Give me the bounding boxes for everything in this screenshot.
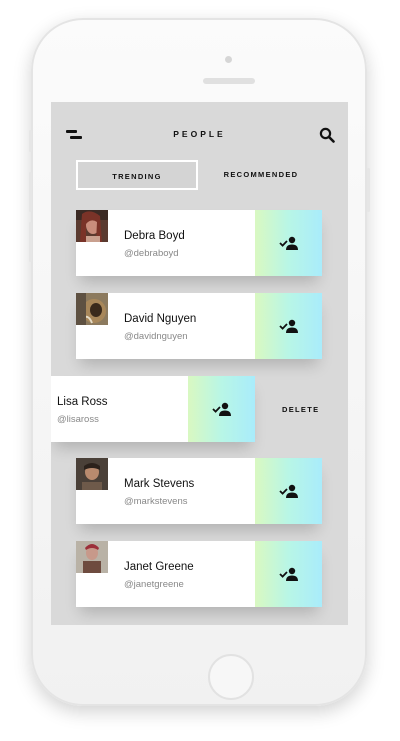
follow-button[interactable] — [188, 376, 255, 442]
avatar — [76, 458, 108, 490]
person-check-icon — [279, 567, 298, 581]
avatar — [76, 210, 108, 242]
avatar — [76, 293, 108, 325]
home-button[interactable] — [208, 654, 254, 700]
person-check-icon — [279, 319, 298, 333]
follow-button[interactable] — [255, 541, 322, 607]
person-card-lisa-ross[interactable]: Lisa Ross @lisaross — [51, 376, 255, 442]
earpiece-speaker — [203, 78, 255, 84]
avatar — [76, 541, 108, 573]
person-check-icon — [212, 402, 231, 416]
person-name: David Nguyen — [124, 313, 197, 325]
person-card-david-nguyen[interactable]: David Nguyen @davidnguyen — [76, 293, 322, 359]
page-title: PEOPLE — [173, 129, 226, 139]
person-name: Janet Greene — [124, 561, 194, 573]
front-camera — [225, 56, 232, 63]
follow-button[interactable] — [255, 458, 322, 524]
person-handle: @davidnguyen — [124, 331, 188, 342]
person-handle: @markstevens — [124, 496, 188, 507]
search-icon[interactable] — [319, 127, 335, 143]
person-handle: @lisaross — [57, 414, 99, 425]
follow-button[interactable] — [255, 293, 322, 359]
volume-up-button — [29, 172, 32, 212]
person-check-icon — [279, 484, 298, 498]
person-name: Lisa Ross — [57, 396, 108, 408]
tab-recommended[interactable]: RECOMMENDED — [200, 160, 322, 190]
person-handle: @janetgreene — [124, 579, 184, 590]
person-handle: @debraboyd — [124, 248, 179, 259]
person-name: Debra Boyd — [124, 230, 185, 242]
person-card-debra-boyd[interactable]: Debra Boyd @debraboyd — [76, 210, 322, 276]
power-button — [367, 168, 370, 212]
volume-down-button — [29, 222, 32, 262]
mute-switch — [29, 130, 32, 152]
person-check-icon — [279, 236, 298, 250]
tab-trending[interactable]: TRENDING — [76, 160, 198, 190]
person-name: Mark Stevens — [124, 478, 195, 490]
person-card-janet-greene[interactable]: Janet Greene @janetgreene — [76, 541, 322, 607]
follow-button[interactable] — [255, 210, 322, 276]
person-card-mark-stevens[interactable]: Mark Stevens @markstevens — [76, 458, 322, 524]
delete-button[interactable]: DELETE — [282, 405, 319, 414]
app-screen: PEOPLE TRENDING RECOMMENDED Debra Boyd @… — [51, 102, 348, 625]
